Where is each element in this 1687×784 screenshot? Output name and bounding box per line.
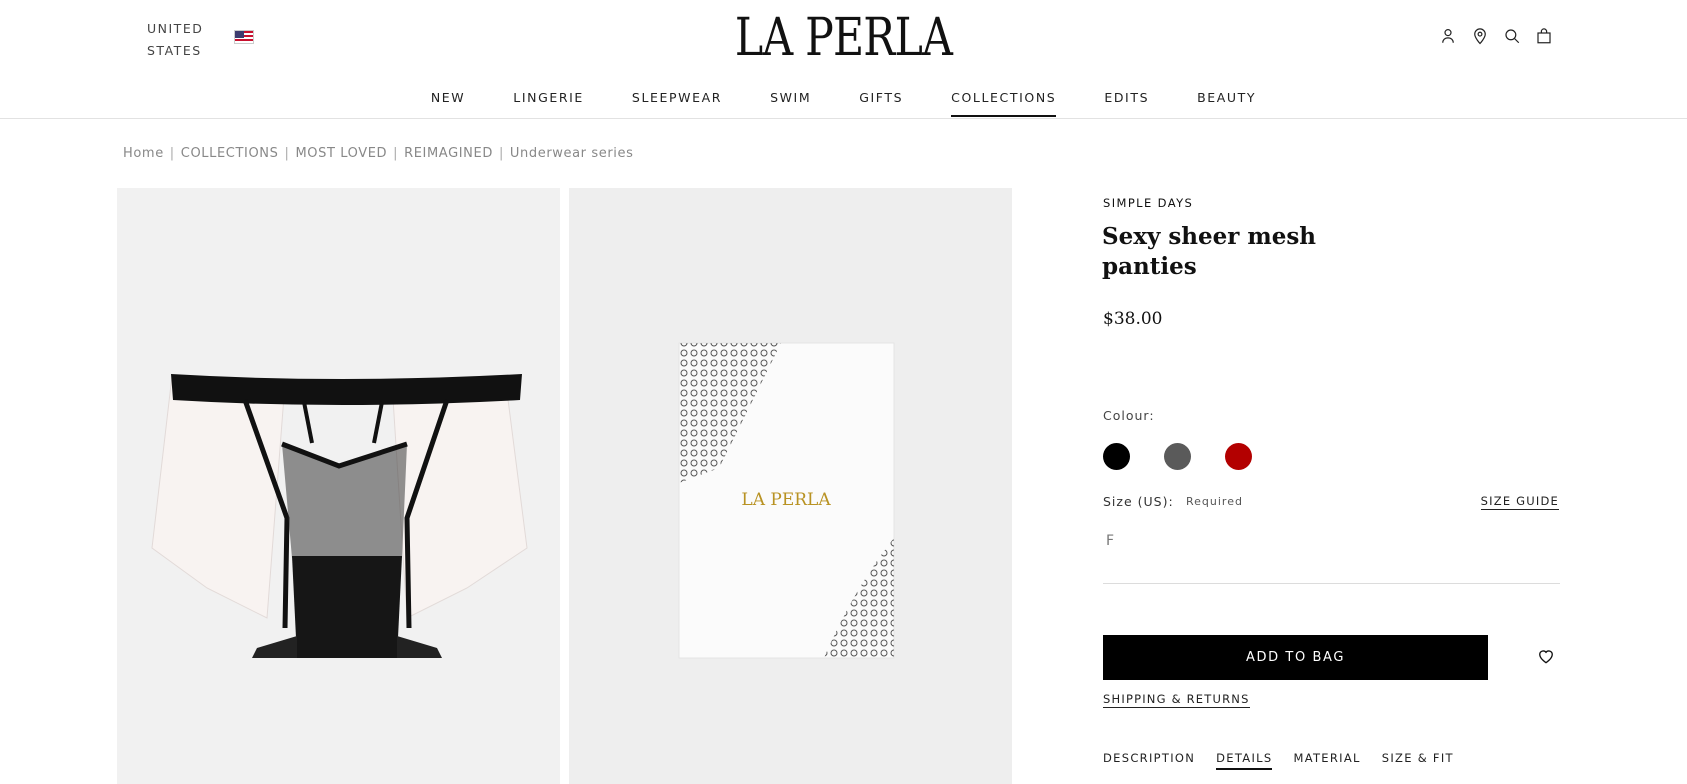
main-navigation: NEW LINGERIE SLEEPWEAR SWIM GIFTS COLLEC… <box>0 86 1687 117</box>
breadcrumb: Home | COLLECTIONS | MOST LOVED | REIMAGINED | U… <box>123 146 634 161</box>
breadcrumb-reimagined[interactable]: REIMAGINED <box>404 146 493 161</box>
product-brand: SIMPLE DAYS <box>1103 196 1194 210</box>
product-image-front[interactable] <box>117 188 560 784</box>
store-locator-icon[interactable] <box>1471 27 1489 45</box>
size-option-f[interactable]: F <box>1106 533 1114 549</box>
site-logo[interactable]: LA PERLA <box>152 8 1535 68</box>
colour-swatch-black[interactable] <box>1103 443 1130 470</box>
colour-swatch-grey[interactable] <box>1164 443 1191 470</box>
nav-lingerie[interactable]: LINGERIE <box>513 86 584 117</box>
colour-label: Colour: <box>1103 408 1155 423</box>
breadcrumb-underwear-series[interactable]: Underwear series <box>510 146 634 161</box>
search-icon[interactable] <box>1503 27 1521 45</box>
size-label: Size (US): <box>1103 494 1174 509</box>
colour-swatches <box>1103 443 1252 470</box>
nav-edits[interactable]: EDITS <box>1104 86 1149 117</box>
breadcrumb-most-loved[interactable]: MOST LOVED <box>295 146 387 161</box>
product-title: Sexy sheer mesh panties <box>1102 223 1317 280</box>
nav-swim[interactable]: SWIM <box>770 86 811 117</box>
product-image-packaging[interactable]: LA PERLA <box>569 188 1012 784</box>
account-icon[interactable] <box>1439 27 1457 45</box>
size-required-note: Required <box>1186 495 1243 508</box>
colour-swatch-red[interactable] <box>1225 443 1252 470</box>
nav-gifts[interactable]: GIFTS <box>859 86 903 117</box>
tab-size-fit[interactable]: SIZE & FIT <box>1382 751 1454 770</box>
nav-sleepwear[interactable]: SLEEPWEAR <box>632 86 722 117</box>
breadcrumb-collections[interactable]: COLLECTIONS <box>181 146 279 161</box>
wishlist-button[interactable] <box>1536 646 1556 666</box>
product-info-tabs: DESCRIPTION DETAILS MATERIAL SIZE & FIT <box>1103 751 1454 770</box>
nav-new[interactable]: NEW <box>431 86 465 117</box>
tab-details[interactable]: DETAILS <box>1216 751 1273 770</box>
packaging-logo-text: LA PERLA <box>741 490 831 510</box>
tab-material[interactable]: MATERIAL <box>1293 751 1360 770</box>
size-divider <box>1103 583 1560 584</box>
size-guide-link[interactable]: SIZE GUIDE <box>1480 494 1559 510</box>
nav-beauty[interactable]: BEAUTY <box>1197 86 1256 117</box>
tab-description[interactable]: DESCRIPTION <box>1103 751 1195 770</box>
heart-icon <box>1539 650 1553 664</box>
breadcrumb-home[interactable]: Home <box>123 146 164 161</box>
add-to-bag-button[interactable]: ADD TO BAG <box>1103 635 1488 680</box>
nav-collections[interactable]: COLLECTIONS <box>951 86 1057 117</box>
bag-icon[interactable] <box>1535 27 1553 45</box>
header-divider <box>0 118 1687 119</box>
shipping-returns-link[interactable]: SHIPPING & RETURNS <box>1103 692 1250 708</box>
product-price: $38.00 <box>1103 309 1163 329</box>
header-actions <box>1439 27 1553 45</box>
